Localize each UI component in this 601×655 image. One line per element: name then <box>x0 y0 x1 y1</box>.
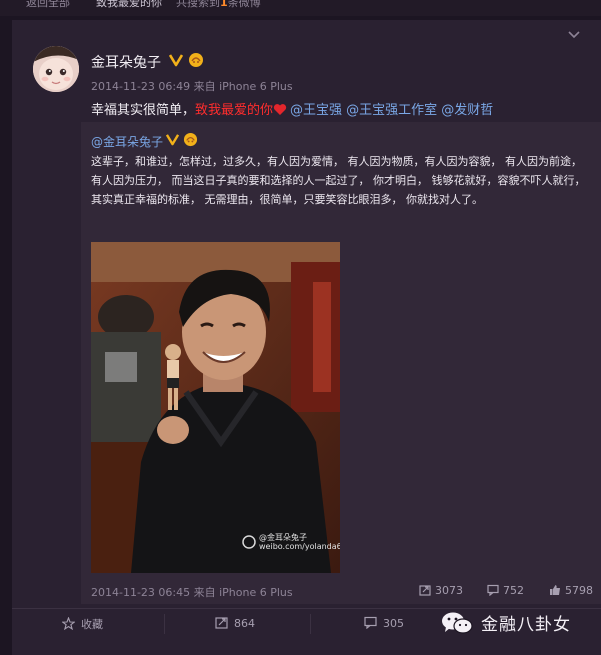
original-comment-stat[interactable]: 752 <box>487 584 524 597</box>
mention-links[interactable]: @王宝强 @王宝强工作室 @发财哲 <box>290 103 493 118</box>
search-keyword: 致我最爱的你 <box>96 0 162 9</box>
original-repost-stat[interactable]: 3073 <box>419 584 463 597</box>
chevron-down-icon[interactable] <box>568 28 580 40</box>
repost-icon <box>419 585 431 596</box>
post-meta[interactable]: 2014-11-23 06:49 来自 iPhone 6 Plus <box>91 78 293 94</box>
result-count-value: 1 <box>220 0 228 9</box>
comment-count: 305 <box>383 617 404 630</box>
post-text: 幸福其实很简单，致我最爱的你 @王宝强 @王宝强工作室 @发财哲 <box>91 99 493 118</box>
repost-icon <box>215 617 228 629</box>
original-comment-count: 752 <box>503 584 524 597</box>
original-author[interactable]: @金耳朵兔子 <box>91 133 163 150</box>
action-divider <box>164 614 165 634</box>
verified-v-icon <box>166 134 179 146</box>
repost-count: 864 <box>234 617 255 630</box>
star-icon <box>61 616 76 631</box>
original-like-stat[interactable]: 5798 <box>549 584 593 597</box>
author-name[interactable]: 金耳朵兔子 <box>91 52 161 72</box>
original-meta[interactable]: 2014-11-23 06:45 来自 iPhone 6 Plus <box>91 584 293 600</box>
search-result-bar: 返回全部 致我最爱的你 共搜索到1条微博 <box>0 0 601 16</box>
comment-icon <box>487 584 499 597</box>
wechat-icon <box>442 612 473 634</box>
photo-watermark-url: weibo.com/yolanda6 <box>259 542 340 551</box>
highlighted-keyword: 致我最爱的你 <box>195 103 274 118</box>
original-text: 这辈子，和谁过，怎样过，过多久，有人因为爱情， 有人因为物质，有人因为容貌， 有… <box>91 155 586 206</box>
original-repost-count: 3073 <box>435 584 463 597</box>
verified-v-icon <box>169 54 183 67</box>
post-photo[interactable]: @金耳朵兔子 weibo.com/yolanda6 <box>91 242 340 573</box>
wechat-account-watermark: 金融八卦女 <box>481 615 571 635</box>
back-to-all-link[interactable]: 返回全部 <box>26 0 70 8</box>
repost-button[interactable]: 864 <box>215 616 255 630</box>
member-badge-icon[interactable] <box>188 52 204 68</box>
thumbs-up-icon <box>550 585 560 595</box>
member-badge-icon[interactable] <box>183 132 198 147</box>
result-count-prefix: 共搜索到 <box>176 0 220 9</box>
favorite-label: 收藏 <box>81 618 103 631</box>
original-like-count: 5798 <box>565 584 593 597</box>
favorite-button[interactable]: 收藏 <box>61 616 103 632</box>
result-count: 共搜索到1条微博 <box>176 0 261 8</box>
avatar[interactable] <box>33 46 79 92</box>
comment-icon <box>364 616 377 630</box>
heart-icon <box>273 104 287 115</box>
result-count-suffix: 条微博 <box>227 0 261 9</box>
comment-button[interactable]: 305 <box>364 616 404 630</box>
post-text-plain: 幸福其实很简单， <box>91 103 196 118</box>
action-divider <box>310 614 311 634</box>
